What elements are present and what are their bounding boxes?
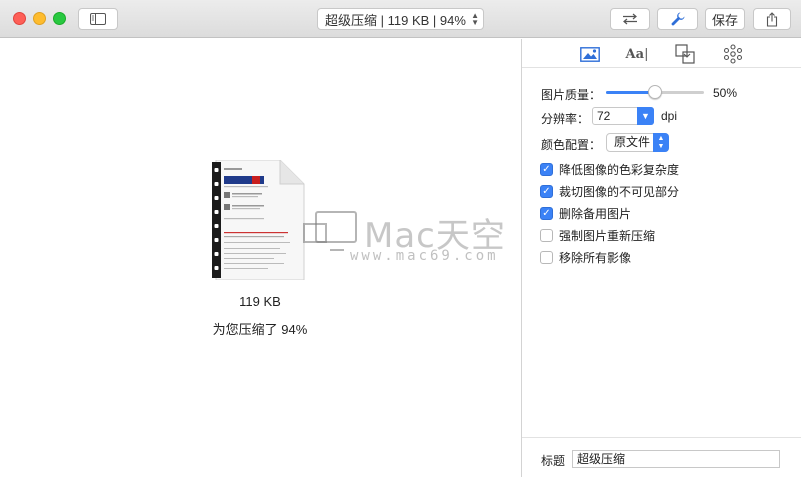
toggle-sidebar-button[interactable] xyxy=(78,8,118,30)
document-thumbnail[interactable] xyxy=(212,160,305,280)
checkbox[interactable] xyxy=(540,250,553,264)
quality-value: 50% xyxy=(713,86,738,100)
checkbox[interactable]: ✓ xyxy=(540,162,553,176)
option-remove-images[interactable]: 移除所有影像 xyxy=(540,249,631,265)
inspector-tab-bar: Aa| xyxy=(522,39,801,68)
up-down-chevron-icon: ▲ ▼ xyxy=(471,11,479,27)
zoom-window-button[interactable] xyxy=(53,12,66,25)
share-icon xyxy=(766,11,778,27)
color-profile-popup[interactable]: 原文件 ▲ ▼ xyxy=(606,133,669,152)
option-reduce-colors[interactable]: ✓ 降低图像的色彩复杂度 xyxy=(540,161,679,177)
option-label: 裁切图像的不可见部分 xyxy=(559,184,680,199)
checkbox[interactable]: ✓ xyxy=(540,184,553,198)
sidebar-icon xyxy=(90,13,106,25)
minimize-window-button[interactable] xyxy=(33,12,46,25)
save-button[interactable]: 保存 xyxy=(705,8,745,30)
document-title: 超级压缩 | 119 KB | 94% xyxy=(325,12,466,28)
text-aa-icon: Aa| xyxy=(625,46,649,62)
file-size-label: 119 KB xyxy=(239,294,281,309)
tab-layout[interactable] xyxy=(673,43,697,65)
compression-message: 为您压缩了 94% xyxy=(212,322,308,337)
up-down-chevron-icon: ▲ ▼ xyxy=(653,133,669,152)
title-input[interactable]: 超级压缩 xyxy=(572,450,780,468)
share-button[interactable] xyxy=(753,8,791,30)
resolution-unit: dpi xyxy=(661,109,678,123)
compare-button[interactable] xyxy=(610,8,650,30)
title-field-label: 标题 xyxy=(541,454,566,468)
checkbox[interactable] xyxy=(540,228,553,242)
quality-slider[interactable] xyxy=(606,85,704,99)
swap-arrows-icon xyxy=(623,13,637,25)
tab-advanced[interactable] xyxy=(721,43,745,65)
resolution-combo[interactable]: 72 ▼ xyxy=(592,107,654,125)
image-icon xyxy=(580,46,600,62)
wrench-icon xyxy=(671,12,684,26)
option-label: 删除备用图片 xyxy=(559,206,632,221)
option-crop-invisible[interactable]: ✓ 裁切图像的不可见部分 xyxy=(540,183,679,199)
gear-flower-icon xyxy=(723,44,743,64)
option-label: 降低图像的色彩复杂度 xyxy=(559,162,680,177)
color-profile-value: 原文件 xyxy=(614,135,651,149)
layers-icon xyxy=(675,44,695,64)
option-label: 强制图片重新压缩 xyxy=(559,228,656,243)
option-force-recompress[interactable]: 强制图片重新压缩 xyxy=(540,227,655,243)
checkbox[interactable]: ✓ xyxy=(540,206,553,220)
color-profile-label: 颜色配置： xyxy=(541,138,602,152)
resolution-value: 72 xyxy=(597,109,611,123)
settings-button[interactable] xyxy=(657,8,698,30)
document-title-popup[interactable]: 超级压缩 | 119 KB | 94% ▲ ▼ xyxy=(317,8,484,30)
quality-slider-knob[interactable] xyxy=(648,85,662,99)
chevron-down-icon[interactable]: ▼ xyxy=(637,107,654,125)
quality-label: 图片质量： xyxy=(541,88,602,102)
close-window-button[interactable] xyxy=(13,12,26,25)
option-label: 移除所有影像 xyxy=(559,250,632,265)
title-bar: 超级压缩 | 119 KB | 94% ▲ ▼ 保存 xyxy=(0,0,801,38)
divider xyxy=(522,437,801,438)
resolution-label: 分辨率： xyxy=(541,112,590,126)
tab-text[interactable]: Aa| xyxy=(624,43,650,65)
option-remove-alternates[interactable]: ✓ 删除备用图片 xyxy=(540,205,631,221)
tab-image[interactable] xyxy=(578,43,602,65)
